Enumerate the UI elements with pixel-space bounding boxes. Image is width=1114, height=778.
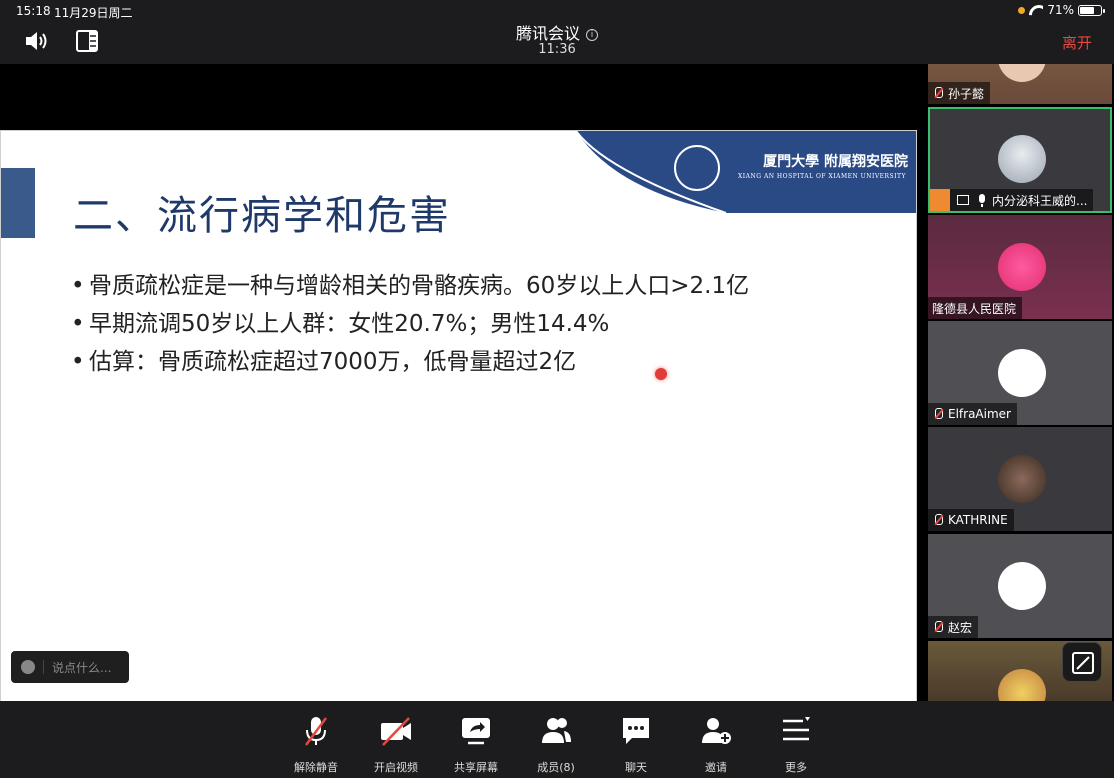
members-label: 成员(8) — [537, 761, 575, 774]
participant-tile[interactable]: 隆德县人民医院 — [928, 215, 1112, 319]
slide-accent-bar — [1, 168, 35, 238]
video-off-icon — [381, 717, 411, 746]
bottom-toolbar: 解除静音 开启视频 共享屏幕 成员(8) 聊天 邀请 更多 — [0, 701, 1114, 778]
participant-name: 隆德县人民医院 — [928, 297, 1023, 319]
screen-share-icon — [957, 195, 969, 205]
participant-tile[interactable]: 内分泌科王威的... — [928, 107, 1112, 213]
fullscreen-toggle-button[interactable] — [1062, 642, 1102, 682]
invite-button[interactable]: 邀请 — [686, 715, 746, 775]
battery-icon — [1078, 4, 1105, 16]
status-time: 15:18 — [16, 4, 51, 18]
add-user-icon — [702, 718, 731, 744]
participant-name: ElfraAimer — [928, 403, 1017, 425]
mic-muted-icon — [932, 620, 944, 634]
participant-tile[interactable]: 孙子懿 — [928, 64, 1112, 104]
slide-header-banner — [576, 131, 916, 213]
more-menu-icon — [783, 717, 810, 741]
status-date: 11月29日周二 — [54, 6, 133, 20]
slide-bullet: 估算：骨质疏松症超过7000万，低骨量超过2亿 — [71, 343, 749, 381]
slide-title: 二、流行病学和危害 — [73, 193, 451, 239]
mic-muted-icon — [932, 86, 944, 100]
unmute-button[interactable]: 解除静音 — [286, 715, 346, 775]
laser-pointer — [655, 368, 667, 380]
info-icon[interactable]: i — [586, 29, 598, 41]
chat-placeholder: 说点什么... — [52, 660, 112, 675]
mic-muted-icon — [932, 513, 944, 527]
avatar — [998, 562, 1046, 610]
mic-muted-icon — [304, 717, 328, 746]
participants-panel: 孙子懿 内分泌科王威的... 隆德县人民医院 ElfraAimer KATHRI… — [926, 64, 1114, 701]
slide-bullet: 早期流调50岁以上人群：女性20.7%；男性14.4% — [71, 305, 749, 343]
participant-name: 赵宏 — [928, 616, 979, 638]
start-video-button[interactable]: 开启视频 — [366, 715, 426, 775]
more-button[interactable]: 更多 — [766, 715, 826, 775]
invite-label: 邀请 — [705, 761, 727, 774]
hospital-logo-subtitle: XIANG AN HOSPITAL OF XIAMEN UNIVERSITY — [738, 173, 906, 180]
chat-label: 聊天 — [625, 761, 647, 774]
avatar — [998, 135, 1046, 183]
participant-tile[interactable]: KATHRINE — [928, 427, 1112, 531]
slide-bullet: 骨质疏松症是一种与增龄相关的骨骼疾病。60岁以上人口>2.1亿 — [71, 267, 749, 305]
avatar — [998, 455, 1046, 503]
members-icon — [542, 718, 571, 743]
status-right: 71% — [1018, 3, 1105, 17]
hospital-logo-text: 厦門大學 附属翔安医院 — [763, 154, 908, 170]
shared-screen-area: 厦門大學 附属翔安医院 XIANG AN HOSPITAL OF XIAMEN … — [0, 64, 926, 711]
expand-icon — [1072, 652, 1094, 674]
unmute-label: 解除静音 — [294, 761, 338, 774]
participant-name: 孙子懿 — [928, 82, 991, 104]
mic-muted-icon — [932, 407, 944, 421]
more-label: 更多 — [785, 761, 807, 774]
share-screen-button[interactable]: 共享屏幕 — [446, 715, 506, 775]
leave-button[interactable]: 离开 — [1062, 32, 1092, 53]
emoji-icon[interactable] — [21, 660, 35, 674]
meeting-title[interactable]: 腾讯会议 i — [0, 20, 1114, 44]
chat-button[interactable]: 聊天 — [606, 715, 666, 775]
mic-on-icon — [976, 193, 988, 207]
share-screen-label: 共享屏幕 — [454, 761, 498, 774]
meeting-timer: 11:36 — [538, 42, 576, 57]
university-seal-icon — [674, 145, 720, 191]
members-button[interactable]: 成员(8) — [526, 715, 586, 775]
chat-icon — [623, 718, 649, 744]
host-icon — [930, 189, 950, 211]
avatar — [998, 349, 1046, 397]
recording-dot-icon — [1018, 6, 1026, 14]
battery-percent: 71% — [1047, 3, 1074, 17]
participant-tile[interactable]: 赵宏 — [928, 534, 1112, 638]
participant-name: KATHRINE — [928, 509, 1014, 531]
meeting-header: 腾讯会议 i 11:36 离开 — [0, 22, 1114, 64]
meeting-title-text: 腾讯会议 — [515, 24, 580, 43]
avatar — [998, 64, 1046, 82]
participant-tile[interactable]: ElfraAimer — [928, 321, 1112, 425]
wifi-icon — [1029, 5, 1043, 16]
avatar — [998, 669, 1046, 701]
presentation-slide: 厦門大學 附属翔安医院 XIANG AN HOSPITAL OF XIAMEN … — [0, 130, 917, 711]
slide-bullets: 骨质疏松症是一种与增龄相关的骨骼疾病。60岁以上人口>2.1亿 早期流调50岁以… — [71, 267, 749, 381]
status-bar: 15:18 11月29日周二 71% — [0, 0, 1114, 22]
share-screen-icon — [462, 718, 490, 745]
avatar — [998, 243, 1046, 291]
participant-name: 内分泌科王威的... — [930, 189, 1094, 211]
chat-quick-input[interactable]: 说点什么... — [11, 651, 129, 683]
start-video-label: 开启视频 — [374, 761, 418, 774]
